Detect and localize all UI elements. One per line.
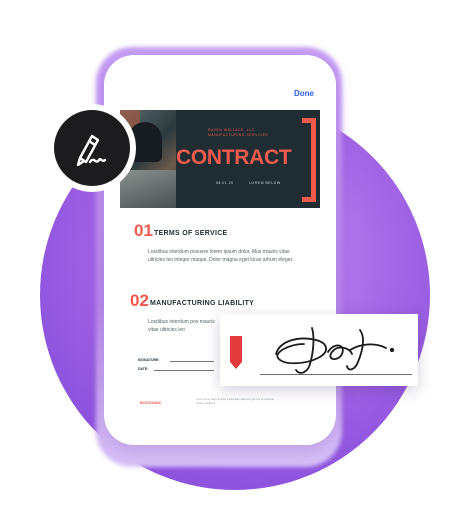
banner-date: 08.01.20 xyxy=(216,181,234,185)
contract-title: CONTRACT xyxy=(176,146,292,169)
signature-baseline xyxy=(260,374,412,375)
footer-logo: BOOSANIC xyxy=(140,400,162,405)
signature-pen-icon xyxy=(54,110,130,186)
banner-author: LOREM BELOW xyxy=(249,181,281,185)
done-button[interactable]: Done xyxy=(294,89,314,98)
section-number: 01 xyxy=(134,221,153,240)
section-title: TERMS OF SERVICE xyxy=(154,230,228,237)
section-number: 02 xyxy=(130,291,149,310)
banner-meta: 08.01.20 LOREM BELOW xyxy=(216,181,295,185)
signature-label: SIGNATURE: xyxy=(138,358,160,362)
section-title: MANUFACTURING LIABILITY xyxy=(150,300,255,307)
date-label: DATE: xyxy=(138,367,149,371)
footer-fine-print: Lorem ipsum dolor sit amet consectetur a… xyxy=(196,398,274,405)
signature-card[interactable] xyxy=(220,314,418,386)
phone-screen: Done RAVEN WALLACE, LLC MANUFACTURING SE… xyxy=(104,55,336,445)
banner-kicker: RAVEN WALLACE, LLC MANUFACTURING SERVICE… xyxy=(208,128,268,138)
section-body: Losdibus interdum posuere lorem ipsum do… xyxy=(148,249,294,263)
handwritten-signature xyxy=(275,327,395,374)
banner-subtitle: MANUFACTURING SERVICES xyxy=(208,133,269,137)
contract-banner: RAVEN WALLACE, LLC MANUFACTURING SERVICE… xyxy=(120,110,320,208)
banner-bracket xyxy=(302,118,316,202)
section-body: Losdibus interdum pos mauris vitae ultri… xyxy=(148,319,215,333)
signature-line[interactable] xyxy=(170,361,214,362)
date-line[interactable] xyxy=(154,370,214,371)
